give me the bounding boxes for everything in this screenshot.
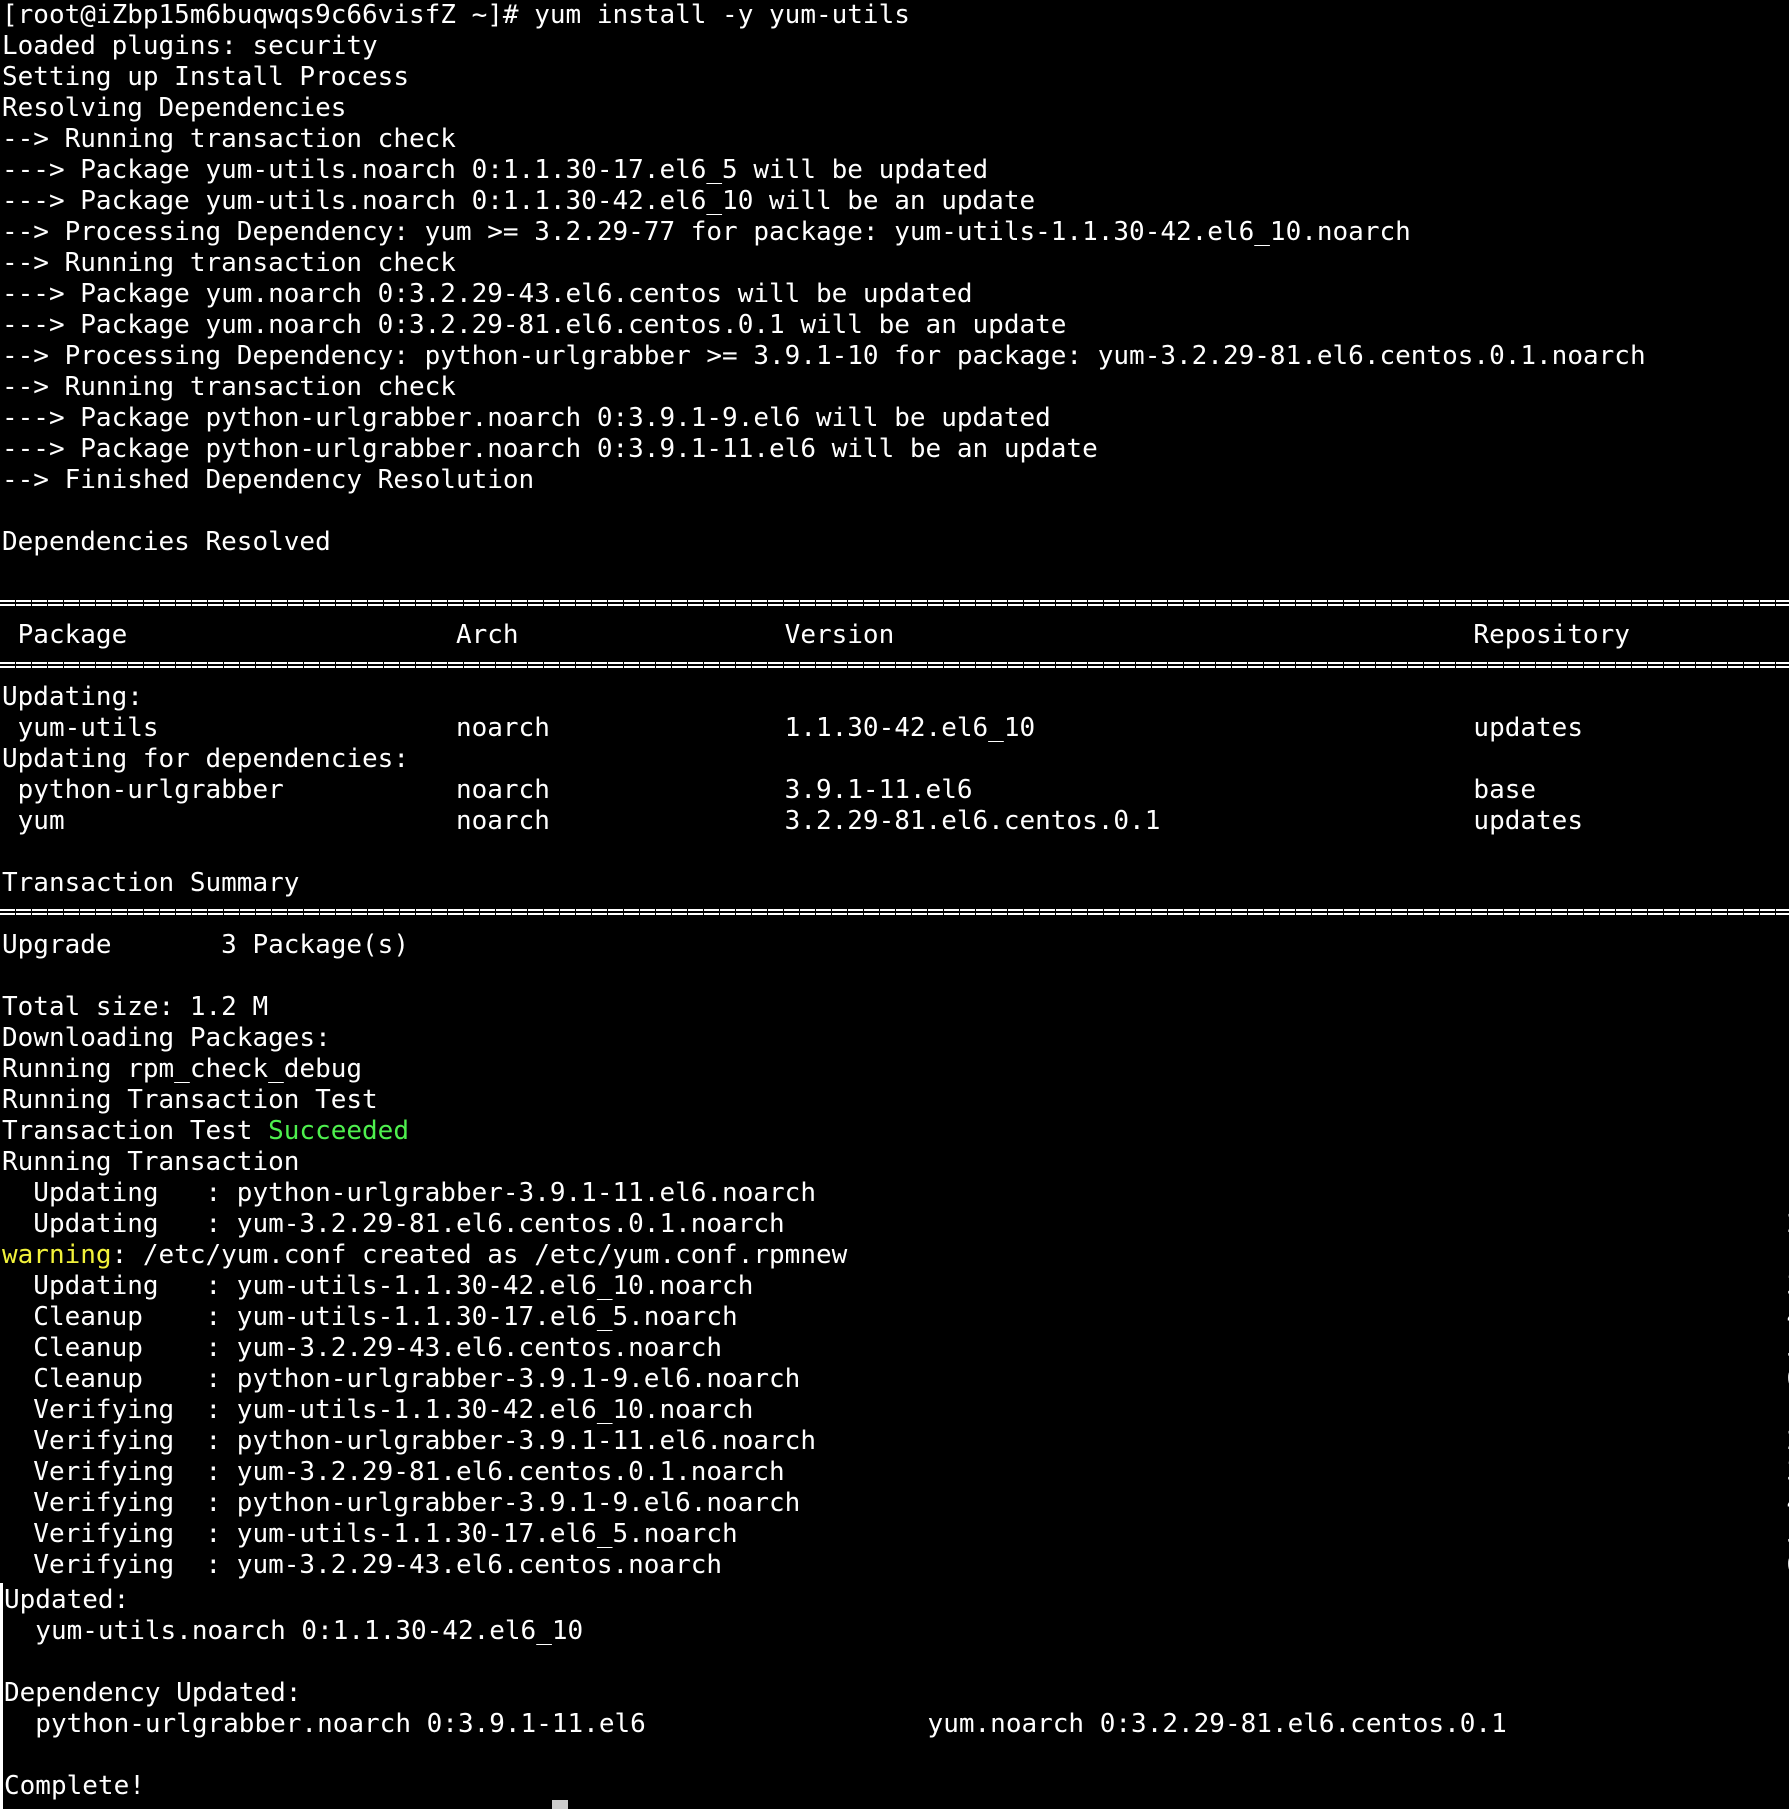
table-row: python-urlgrabber noarch 3.9.1-11.el6 ba… [2,775,1789,805]
terminal-line: Verifying : python-urlgrabber-3.9.1-11.e… [2,1426,1789,1456]
terminal-line: Running Transaction Test [2,1085,378,1115]
terminal-line: Updating : python-urlgrabber-3.9.1-11.el… [2,1178,1789,1208]
terminal-line: warning: /etc/yum.conf created as /etc/y… [2,1240,847,1271]
terminal-line: Transaction Test Succeeded [2,1116,409,1147]
terminal-line: Cleanup : python-urlgrabber-3.9.1-9.el6.… [2,1364,1789,1394]
terminal-line: Upgrade 3 Package(s) [2,930,409,960]
succeeded-status: Succeeded [268,1116,409,1146]
terminal-line: --> Running transaction check [2,372,456,402]
terminal-line: Updating : yum-utils-1.1.30-42.el6_10.no… [2,1271,1789,1301]
terminal-line: ---> Package yum-utils.noarch 0:1.1.30-4… [2,186,1036,216]
terminal-line: Verifying : yum-3.2.29-43.el6.centos.noa… [2,1550,1789,1580]
terminal-line: --> Running transaction check [2,248,456,278]
terminal-line: ---> Package yum.noarch 0:3.2.29-81.el6.… [2,310,1067,340]
terminal-line: Updating for dependencies: [2,744,409,774]
terminal-line: Total size: 1.2 M [2,992,269,1022]
terminal-line: Dependency Updated: [4,1678,302,1708]
table-row: yum-utils noarch 1.1.30-42.el6_10 update… [2,713,1789,743]
terminal-line: --> Processing Dependency: python-urlgra… [2,341,1646,371]
terminal-line: Loaded plugins: security [2,31,378,61]
terminal-window[interactable]: [root@iZbp15m6buqwqs9c66visfZ ~]# yum in… [0,0,1789,1809]
terminal-line: yum-utils.noarch 0:1.1.30-42.el6_10 [4,1616,584,1646]
terminal-line: Cleanup : yum-3.2.29-43.el6.centos.noarc… [2,1333,1789,1363]
selection-bar [0,1583,3,1809]
terminal-line: Updating: [2,682,143,712]
terminal-line: --> Running transaction check [2,124,456,154]
terminal-line: Transaction Summary [2,868,300,898]
terminal-line: Updated: [4,1585,130,1615]
terminal-line: Running Transaction [2,1147,300,1177]
table-separator [0,600,1789,606]
terminal-line: Running rpm_check_debug [2,1054,363,1084]
table-header: Package Arch Version Repository Size [2,620,1789,650]
terminal-line: Cleanup : yum-utils-1.1.30-17.el6_5.noar… [2,1302,1789,1332]
summary-separator [0,909,1789,915]
warning-text: : /etc/yum.conf created as /etc/yum.conf… [111,1240,848,1270]
terminal-line: Setting up Install Process [2,62,409,92]
table-separator [0,662,1789,668]
warning-label: warning [2,1240,112,1270]
terminal-line: ---> Package python-urlgrabber.noarch 0:… [2,403,1051,433]
terminal-line: Updating : yum-3.2.29-81.el6.centos.0.1.… [2,1209,1789,1239]
terminal-line: Complete! [4,1771,145,1801]
terminal-line: Verifying : yum-utils-1.1.30-42.el6_10.n… [2,1395,1789,1425]
terminal-line: Dependencies Resolved [2,527,331,557]
terminal-line: ---> Package yum.noarch 0:3.2.29-43.el6.… [2,279,973,309]
terminal-line: [root@iZbp15m6buqwqs9c66visfZ ~]# yum in… [2,0,910,30]
terminal-line: Verifying : yum-3.2.29-81.el6.centos.0.1… [2,1457,1789,1487]
terminal-line: --> Finished Dependency Resolution [2,465,535,495]
terminal-line: --> Processing Dependency: yum >= 3.2.29… [2,217,1411,247]
terminal-line: Resolving Dependencies [2,93,347,123]
transaction-test-label: Transaction Test [2,1116,269,1146]
terminal-cursor [552,1800,568,1809]
terminal-line: Verifying : python-urlgrabber-3.9.1-9.el… [2,1488,1789,1518]
terminal-line: Verifying : yum-utils-1.1.30-17.el6_5.no… [2,1519,1789,1549]
terminal-line: Downloading Packages: [2,1023,331,1053]
terminal-line: ---> Package yum-utils.noarch 0:1.1.30-1… [2,155,989,185]
table-row: yum noarch 3.2.29-81.el6.centos.0.1 upda… [2,806,1789,836]
terminal-line: ---> Package python-urlgrabber.noarch 0:… [2,434,1098,464]
terminal-line: python-urlgrabber.noarch 0:3.9.1-11.el6 … [4,1709,1507,1739]
